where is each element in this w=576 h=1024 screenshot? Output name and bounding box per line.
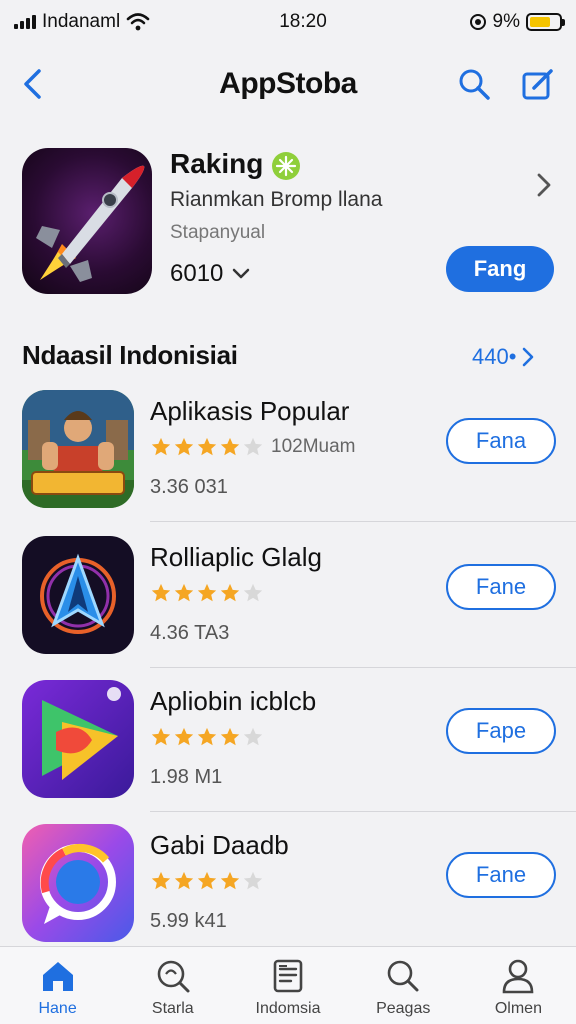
star-icon [151,437,171,456]
search-circle-icon [157,960,190,993]
star-icon [197,727,217,746]
star-empty-icon [243,727,263,746]
star-icon [151,727,171,746]
star-icon [220,583,240,602]
featured-get-button[interactable]: Fang [446,246,554,292]
navigation-bar: AppStoba [0,52,576,116]
alarm-icon [469,14,486,30]
featured-app[interactable]: Raking Rianmkan Bromp llana Stapanyual 6… [0,140,576,310]
app-size: 4.36 TA3 [150,622,230,644]
star-empty-icon [243,871,263,890]
tab-bar: Hane Starla Indomsia Peagas Olmen [0,946,576,1024]
app-name: Aplikasis Popular [150,396,350,426]
list-item[interactable]: Apliobin icblcb 1.98 M1 Fape [0,672,576,812]
list-item[interactable]: Aplikasis Popular 102Muam 3.36 031 Fana [0,382,576,522]
wifi-icon [126,13,150,31]
back-icon[interactable] [18,66,48,102]
app-name: Gabi Daadb [150,830,289,860]
star-icon [197,583,217,602]
list-item[interactable]: Rolliaplic Glalg 4.36 TA3 Fane [0,528,576,668]
chevron-right-icon[interactable] [532,170,554,200]
chat-bubble-app-icon [22,824,134,942]
house-icon [42,962,73,991]
clock: 18:20 [279,11,327,32]
tab-indomsia[interactable]: Indomsia [230,947,345,1024]
get-button[interactable]: Fane [446,564,556,610]
rating-stars: 102Muam [150,436,356,458]
app-size: 3.36 031 [150,476,228,498]
star-icon [220,437,240,456]
battery-icon [526,13,565,31]
app-size: 1.98 M1 [150,766,223,788]
section-title: Ndaasil Indonisiai [22,340,238,370]
person-icon [503,959,534,994]
featured-subtitle: Rianmkan Bromp llana [170,188,383,211]
see-all-label: 440• [472,344,517,369]
see-all-link[interactable]: 440• [472,344,536,370]
star-icon [197,437,217,456]
app-name: Apliobin icblcb [150,686,317,716]
tab-label: Olmen [494,1000,542,1017]
tab-peagas[interactable]: Peagas [346,947,461,1024]
featured-developer: Stapanyual [170,222,266,243]
search-icon [387,960,419,992]
tab-home[interactable]: Hane [0,947,115,1024]
rocket-app-icon [22,148,152,294]
star-icon [151,583,171,602]
status-bar: Indanaml 18:20 9% [0,0,576,44]
tab-label: Peagas [376,1000,431,1017]
verified-badge-icon [272,152,300,180]
featured-count-value: 6010 [170,260,224,287]
rating-stars [150,582,264,604]
carrier-label: Indanaml [42,11,121,32]
star-icon [197,871,217,890]
divider [150,667,576,668]
star-empty-icon [243,583,263,602]
get-button[interactable]: Fane [446,852,556,898]
featured-title: Raking [170,148,264,179]
star-icon [174,437,194,456]
neon-arrow-app-icon [22,536,134,654]
tab-label: Starla [151,1000,194,1017]
star-icon [151,871,171,890]
page-title: AppStoba [219,67,357,100]
star-icon [174,727,194,746]
signal-icon [14,15,36,29]
tab-olmen[interactable]: Olmen [461,947,576,1024]
compose-icon[interactable] [520,66,556,102]
featured-count[interactable]: 6010 [170,260,251,288]
chevron-down-icon [233,268,250,279]
divider [150,521,576,522]
list-item[interactable]: Gabi Daadb 5.99 k41 Fane [0,816,576,956]
tab-starla[interactable]: Starla [115,947,230,1024]
divider [150,811,576,812]
tab-label: Hane [38,1000,77,1017]
star-icon [220,727,240,746]
get-button[interactable]: Fape [446,708,556,754]
rating-stars [150,870,264,892]
star-icon [174,583,194,602]
star-icon [174,871,194,890]
get-button[interactable]: Fana [446,418,556,464]
play-app-icon [22,680,134,798]
search-icon[interactable] [456,66,492,102]
star-empty-icon [243,437,263,456]
review-count: 102Muam [271,436,356,457]
star-icon [220,871,240,890]
warrior-game-app-icon [22,390,134,508]
news-icon [273,959,303,993]
section-header: Ndaasil Indonisiai 440• [0,336,576,376]
app-name: Rolliaplic Glalg [150,542,322,572]
tab-label: Indomsia [255,1000,321,1017]
battery-percent: 9% [492,11,520,32]
chevron-right-icon [523,347,534,367]
app-size: 5.99 k41 [150,910,227,932]
rating-stars [150,726,264,748]
